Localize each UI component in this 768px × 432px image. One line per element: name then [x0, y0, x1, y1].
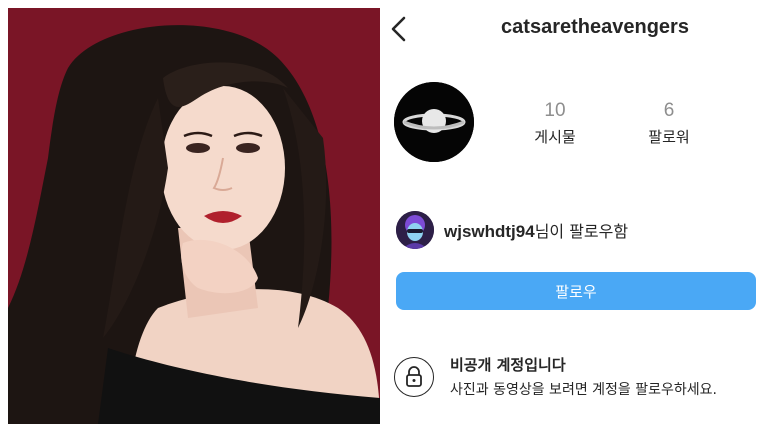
follower-avatar-image — [396, 211, 434, 249]
chevron-left-icon — [391, 16, 406, 42]
profile-avatar[interactable] — [394, 82, 474, 162]
followed-by-text: wjswhdtj94님이 팔로우함 — [444, 218, 628, 242]
followers-stat[interactable]: 6 팔로워 — [624, 100, 714, 147]
follow-button[interactable]: 팔로우 — [396, 272, 756, 310]
portrait-photo — [8, 8, 380, 424]
follower-username[interactable]: wjswhdtj94 — [444, 222, 535, 241]
lock-icon — [394, 356, 434, 397]
saturn-image — [394, 82, 474, 162]
private-title: 비공개 계정입니다 — [450, 356, 566, 374]
private-subtitle: 사진과 동영상을 보려면 계정을 팔로우하세요. — [450, 382, 717, 398]
followed-by-suffix: 님이 팔로우함 — [534, 222, 629, 241]
followers-label: 팔로워 — [648, 128, 690, 146]
posts-count: 10 — [544, 100, 566, 121]
profile-panel: catsaretheavengers 10 게시물 6 팔로워 wjswhdtj… — [380, 0, 768, 432]
back-button[interactable] — [386, 14, 414, 44]
posts-label: 게시물 — [534, 128, 576, 146]
follower-avatar[interactable] — [396, 211, 434, 249]
profile-username: catsaretheavengers — [501, 16, 689, 38]
posts-stat[interactable]: 10 게시물 — [510, 100, 600, 147]
followed-by-row[interactable]: wjswhdtj94님이 팔로우함 — [396, 210, 628, 250]
private-account-notice: 비공개 계정입니다 사진과 동영상을 보려면 계정을 팔로우하세요. — [394, 354, 717, 399]
followers-count: 6 — [663, 100, 675, 121]
